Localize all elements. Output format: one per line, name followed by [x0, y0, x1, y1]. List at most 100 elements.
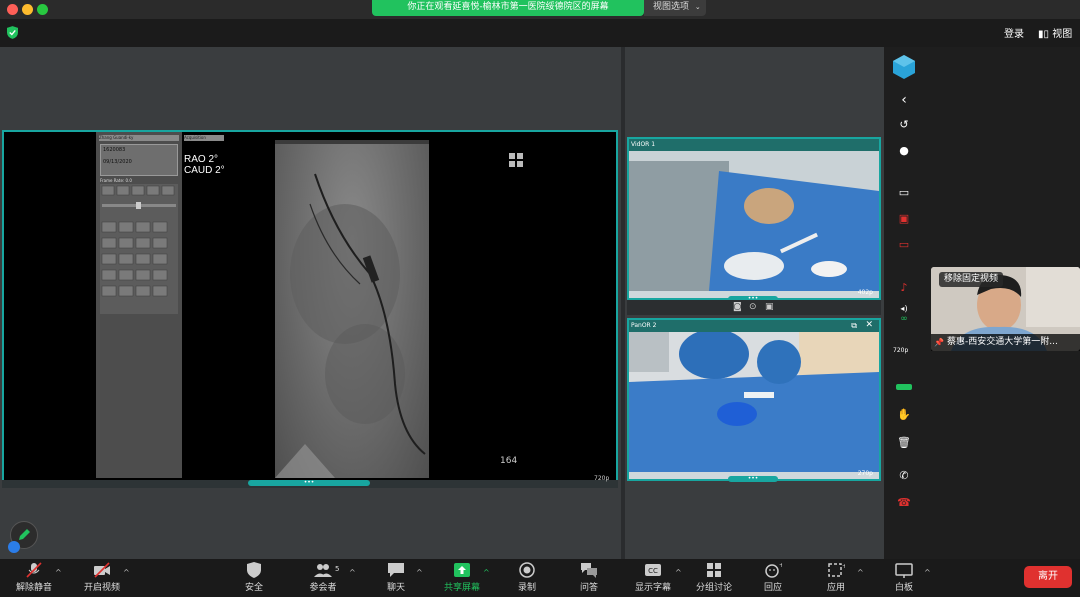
- meeting-controls-bar: [0, 559, 1080, 597]
- share-screen-button[interactable]: 共享屏幕: [442, 562, 482, 593]
- svg-text:+: +: [842, 563, 845, 570]
- patient-id: 1620083: [103, 147, 126, 153]
- camera-feed-1-controls: ◙ ⊙ ▣: [627, 300, 881, 315]
- camera-feed-2[interactable]: PanOR 2 ⧉ ✕ 270p: [627, 318, 881, 481]
- start-video-label: 开启视频: [83, 583, 120, 593]
- login-button[interactable]: 登录: [1004, 25, 1024, 40]
- frame-rate-label: Frame Rate: 0.0: [100, 178, 132, 183]
- close-icon[interactable]: ✕: [865, 320, 873, 330]
- reactions-button[interactable]: + 回应: [759, 562, 787, 593]
- camera-feed-1-resolution: 402p: [857, 289, 873, 296]
- participants-count: 5: [335, 565, 340, 573]
- whiteboard-label: 白板: [894, 583, 913, 593]
- shield-check-icon[interactable]: [7, 26, 18, 39]
- smile-plus-icon: +: [765, 562, 782, 578]
- record-label: 录制: [517, 583, 536, 593]
- whiteboard-options-caret[interactable]: ^: [924, 568, 931, 577]
- apps-label: 应用: [826, 583, 845, 593]
- camera-feed-2-handle[interactable]: •••: [728, 476, 778, 482]
- screen-share-off-icon[interactable]: ▭: [896, 238, 912, 254]
- whiteboard-icon: [895, 563, 913, 578]
- view-button[interactable]: ▮▯ 视图: [1038, 25, 1072, 40]
- video-options-caret[interactable]: ^: [123, 568, 130, 577]
- view-options-label: 视图选项: [653, 2, 690, 12]
- start-video-button[interactable]: 开启视频: [82, 562, 122, 593]
- link-icon[interactable]: ⊙: [749, 302, 757, 312]
- chat-icon: [388, 563, 404, 577]
- rao-angle: RAO 2°: [184, 154, 219, 165]
- participant-name: 📌 蔡惠-西安交通大学第一附...: [931, 334, 1080, 351]
- qa-label: 问答: [579, 583, 598, 593]
- breakout-rooms-label: 分组讨论: [695, 583, 732, 593]
- view-options-button[interactable]: 视图选项 ⌄: [644, 0, 706, 16]
- video-off-icon: [94, 562, 110, 578]
- popout-icon[interactable]: ⧉: [851, 321, 857, 331]
- expand-icon[interactable]: ▣: [765, 302, 774, 312]
- chevron-left-icon[interactable]: ‹: [896, 92, 912, 108]
- viewer-tool-grid[interactable]: [100, 184, 178, 314]
- people-icon: [314, 564, 332, 577]
- grid-icon: [707, 563, 721, 577]
- camera-icon[interactable]: ◙: [733, 302, 742, 312]
- leave-meeting-button[interactable]: 离开: [1024, 566, 1072, 588]
- mic-off-icon[interactable]: ♪: [896, 281, 912, 297]
- viewing-banner: 你正在观看延喜悦-榆林市第一医院绥德院区的屏幕: [372, 0, 644, 16]
- side-resolution-label: 720p: [893, 347, 909, 354]
- record-button[interactable]: 录制: [514, 562, 540, 593]
- phone-icon[interactable]: ✆: [896, 469, 912, 485]
- layout-split-icon[interactable]: ▭: [896, 186, 912, 202]
- record-icon: [519, 562, 535, 578]
- undo-icon[interactable]: ↺: [896, 118, 912, 134]
- close-window-button[interactable]: [7, 4, 18, 15]
- minimize-window-button[interactable]: [22, 4, 33, 15]
- trash-icon[interactable]: 🗑: [896, 436, 912, 452]
- hangup-icon[interactable]: ☎: [896, 496, 912, 512]
- apps-icon: +: [828, 563, 845, 577]
- acquisition-tab[interactable]: Acquisition: [184, 135, 224, 141]
- chevron-down-icon: ⌄: [694, 3, 701, 11]
- qa-button[interactable]: 问答: [576, 562, 602, 593]
- reactions-label: 回应: [763, 583, 782, 593]
- unpin-video-button[interactable]: 移除固定视频: [939, 272, 1004, 287]
- caud-angle: CAUD 2°: [184, 165, 225, 176]
- apps-button[interactable]: + 应用: [822, 562, 850, 593]
- breakout-rooms-button[interactable]: 分组讨论: [694, 562, 734, 593]
- audio-options-caret[interactable]: ^: [55, 568, 62, 577]
- unmute-button[interactable]: 解除静音: [14, 562, 54, 593]
- fluoroscopy-image: [275, 144, 429, 478]
- projection-angle: RAO 2° CAUD 2°: [184, 154, 225, 176]
- apps-options-caret[interactable]: ^: [857, 568, 864, 577]
- captions-options-caret[interactable]: ^: [675, 568, 682, 577]
- video-off-icon[interactable]: ▣: [896, 212, 912, 228]
- glasses-icon[interactable]: ∞: [896, 314, 912, 330]
- participants-label: 参会者: [309, 583, 337, 593]
- svg-text:CC: CC: [648, 567, 658, 575]
- chat-button[interactable]: 聊天: [382, 562, 410, 593]
- patient-name: Zhang Guandi-ky: [99, 135, 179, 141]
- battery-icon: [896, 384, 912, 390]
- captions-button[interactable]: CC 显示字幕: [632, 562, 674, 593]
- camera-feed-1[interactable]: VidOR 1 402p: [627, 137, 881, 300]
- security-label: 安全: [244, 583, 263, 593]
- notification-dot: [8, 541, 20, 553]
- hand-off-icon[interactable]: ✋: [896, 408, 912, 424]
- chat-label: 聊天: [386, 583, 405, 593]
- camera-feed-2-label: PanOR 2: [629, 320, 879, 332]
- meeting-topbar: [0, 19, 1080, 47]
- camera-feed-2-resolution: 270p: [857, 470, 873, 477]
- share-options-caret[interactable]: ^: [483, 568, 490, 577]
- viewer-resize-handle[interactable]: •••: [248, 480, 370, 486]
- participants-options-caret[interactable]: ^: [349, 568, 356, 577]
- grid-layout-icon[interactable]: [508, 152, 524, 168]
- camera-feed-1-label: VidOR 1: [629, 139, 879, 151]
- whiteboard-button[interactable]: 白板: [890, 562, 918, 593]
- study-date: 09/13/2020: [103, 159, 132, 165]
- angiography-viewer[interactable]: Zhang Guandi-ky 1620083 09/13/2020 Frame…: [2, 130, 618, 486]
- chat-options-caret[interactable]: ^: [416, 568, 423, 577]
- viewer-resolution: 720p: [594, 475, 610, 482]
- maximize-window-button[interactable]: [37, 4, 48, 15]
- cc-icon: CC: [645, 564, 661, 576]
- user-icon[interactable]: ●: [896, 144, 912, 160]
- mic-muted-icon: [26, 562, 42, 578]
- security-button[interactable]: 安全: [240, 562, 268, 593]
